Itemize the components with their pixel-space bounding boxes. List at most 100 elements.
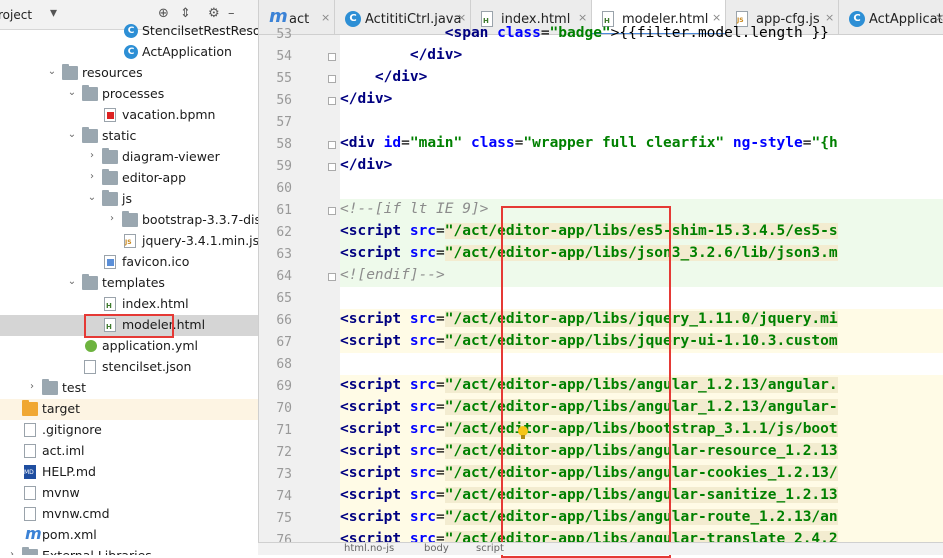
tree-item[interactable]: index.html — [0, 294, 258, 315]
breadcrumb-item[interactable]: body — [424, 543, 449, 554]
folder-icon — [102, 148, 118, 164]
tree-item[interactable]: jquery-3.4.1.min.js — [0, 231, 258, 252]
iml-file-icon — [24, 444, 36, 458]
line-number: 73 — [276, 467, 292, 482]
tree-item[interactable]: StencilsetRestResou... — [0, 21, 258, 42]
chevron-right-icon[interactable]: › — [6, 549, 18, 555]
folder-icon — [102, 190, 118, 206]
code-line[interactable]: <span class="badge">{{filter.model.lengt… — [340, 25, 943, 47]
code-line[interactable]: <script src="/act/editor-app/libs/jquery… — [340, 311, 943, 333]
close-icon[interactable]: × — [457, 11, 466, 24]
code-line[interactable]: </div> — [340, 69, 943, 91]
chevron-right-icon[interactable]: › — [26, 381, 38, 392]
tree-item[interactable]: ⌄ js — [0, 189, 258, 210]
code-line[interactable]: <script src="/act/editor-app/libs/angula… — [340, 487, 943, 509]
tree-item[interactable]: stencilset.json — [0, 357, 258, 378]
chevron-down-icon[interactable]: ⌄ — [66, 87, 78, 98]
chevron-down-icon[interactable]: ⌄ — [86, 192, 98, 203]
code-token: src — [409, 509, 437, 525]
lightbulb-icon[interactable] — [517, 425, 529, 441]
tree-item[interactable]: › editor-app — [0, 168, 258, 189]
code-line[interactable]: <script src="/act/editor-app/libs/bootst… — [340, 421, 943, 443]
close-icon[interactable]: × — [935, 11, 943, 24]
code-line[interactable]: <script src="/act/editor-app/libs/angula… — [340, 443, 943, 465]
code-line[interactable]: <script src="/act/editor-app/libs/jquery… — [340, 333, 943, 355]
fold-marker-icon[interactable] — [328, 141, 336, 149]
fold-marker-icon[interactable] — [328, 273, 336, 281]
breadcrumb-item[interactable]: html.no-js — [344, 543, 394, 554]
breadcrumb-item[interactable]: script — [476, 543, 504, 554]
tree-item[interactable]: HELP.md — [0, 462, 258, 483]
line-number: 75 — [276, 511, 292, 526]
code-line[interactable] — [340, 179, 943, 201]
code-line[interactable]: </div> — [340, 47, 943, 69]
fold-marker-icon[interactable] — [328, 75, 336, 83]
code-token: <span — [444, 25, 489, 41]
project-panel-title[interactable]: roject — [0, 8, 32, 22]
code-line[interactable]: <script src="/act/editor-app/libs/json3_… — [340, 245, 943, 267]
tree-item[interactable]: › bootstrap-3.3.7-dist — [0, 210, 258, 231]
tree-item[interactable]: favicon.ico — [0, 252, 258, 273]
chevron-right-icon[interactable]: › — [86, 150, 98, 161]
code-line[interactable]: <script src="/act/editor-app/libs/es5-sh… — [340, 223, 943, 245]
fold-marker-icon[interactable] — [328, 207, 336, 215]
line-number: 66 — [276, 313, 292, 328]
close-icon[interactable]: × — [825, 11, 834, 24]
fold-marker-icon[interactable] — [328, 97, 336, 105]
tree-item[interactable]: modeler.html — [0, 315, 258, 336]
chevron-down-icon[interactable]: ▾ — [50, 5, 57, 21]
tree-item[interactable]: act.iml — [0, 441, 258, 462]
gear-icon[interactable]: ⚙ — [208, 6, 220, 21]
tree-item[interactable]: pom.xml — [0, 524, 258, 546]
tree-item[interactable]: › diagram-viewer — [0, 147, 258, 168]
project-panel: roject ▾ ⊕ ⇕ ⚙ – StencilsetRestResou... A… — [0, 0, 258, 555]
code-line[interactable]: <script src="/act/editor-app/libs/angula… — [340, 377, 943, 399]
tree-item[interactable]: mvnw.cmd — [0, 504, 258, 525]
code-line[interactable]: <!--[if lt IE 9]> — [340, 201, 943, 223]
tree-item[interactable]: application.yml — [0, 336, 258, 357]
tree-item[interactable]: › test — [0, 378, 258, 399]
tree-item[interactable]: ⌄ templates — [0, 273, 258, 294]
code-line[interactable]: <![endif]--> — [340, 267, 943, 289]
chevron-right-icon[interactable]: › — [86, 171, 98, 182]
code-line[interactable]: <script src="/act/editor-app/libs/angula… — [340, 399, 943, 421]
chevron-down-icon[interactable]: ⌄ — [66, 129, 78, 140]
code-token: <div — [340, 135, 375, 151]
hide-panel-icon[interactable]: – — [228, 6, 235, 21]
code-token: <![endif]--> — [340, 267, 445, 283]
tree-item[interactable]: vacation.bpmn — [0, 105, 258, 126]
chevron-down-icon[interactable]: ⌄ — [66, 276, 78, 287]
tree-item[interactable]: › External Libraries — [0, 546, 258, 555]
code-line[interactable]: <div id="main" class="wrapper full clear… — [340, 135, 943, 157]
tree-item[interactable]: ⌄ static — [0, 126, 258, 147]
fold-marker-icon[interactable] — [328, 53, 336, 61]
code-token: src — [409, 399, 437, 415]
locate-icon[interactable]: ⊕ — [158, 6, 169, 21]
chevron-right-icon[interactable]: › — [106, 213, 118, 224]
chevron-down-icon[interactable]: ⌄ — [46, 66, 58, 77]
code-token: <script — [340, 399, 402, 415]
code-line[interactable] — [340, 355, 943, 377]
tree-item[interactable]: ActApplication — [0, 42, 258, 63]
code-line[interactable]: <script src="/act/editor-app/libs/angula… — [340, 465, 943, 487]
close-icon[interactable]: × — [712, 11, 721, 24]
collapse-all-icon[interactable]: ⇕ — [180, 6, 191, 21]
close-icon[interactable]: × — [321, 11, 330, 24]
tree-item[interactable]: ⌄ resources — [0, 63, 258, 84]
tree-item[interactable]: mvnw — [0, 483, 258, 504]
tree-item[interactable]: .gitignore — [0, 420, 258, 441]
close-icon[interactable]: × — [578, 11, 587, 24]
tree-item[interactable]: target — [0, 399, 258, 420]
code-line[interactable]: </div> — [340, 91, 943, 113]
tree-item-label: application.yml — [102, 338, 198, 353]
code-line[interactable]: <script src="/act/editor-app/libs/angula… — [340, 509, 943, 531]
tree-item[interactable]: ⌄ processes — [0, 84, 258, 105]
yml-file-icon — [84, 339, 97, 353]
fold-marker-icon[interactable] — [328, 163, 336, 171]
code-line[interactable] — [340, 289, 943, 311]
tree-item-label: resources — [82, 65, 143, 80]
code-line[interactable] — [340, 113, 943, 135]
code-line[interactable]: </div> — [340, 157, 943, 179]
